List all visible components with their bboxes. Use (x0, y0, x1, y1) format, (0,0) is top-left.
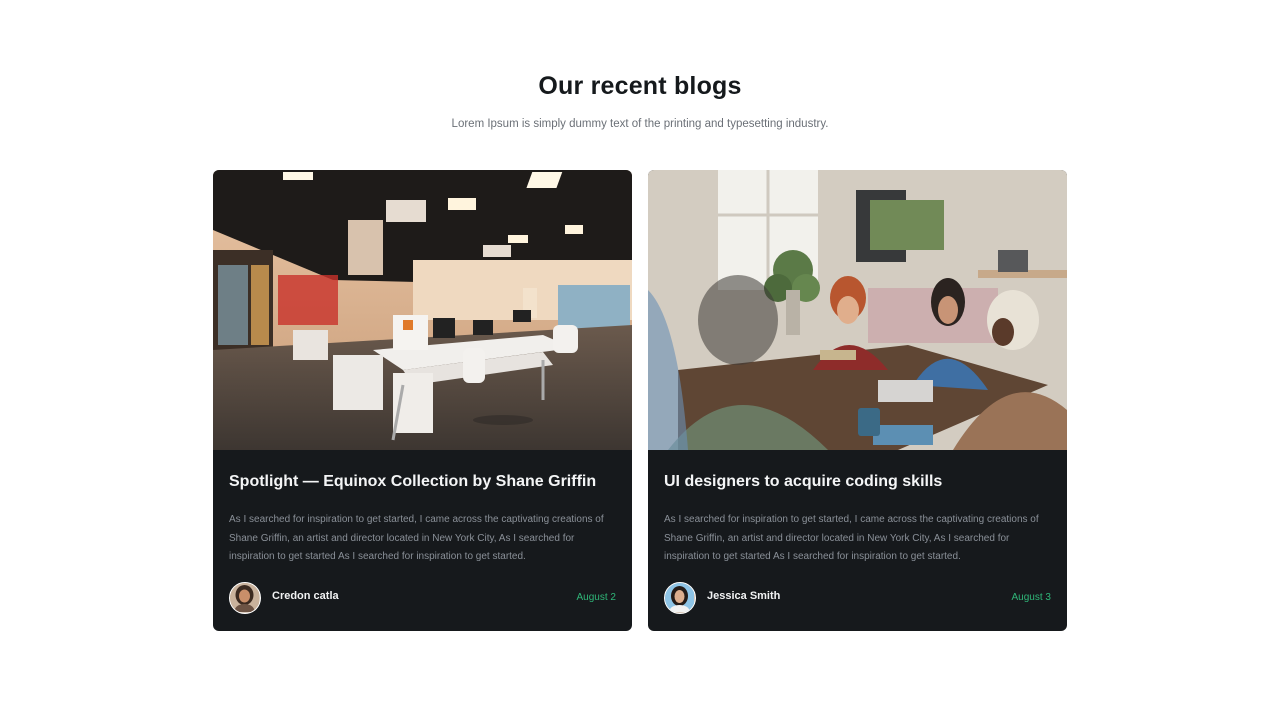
blog-card-title[interactable]: Spotlight — Equinox Collection by Shane … (229, 473, 619, 491)
author-avatar (229, 582, 261, 614)
blog-card-title[interactable]: UI designers to acquire coding skills (664, 473, 1054, 491)
blog-card-image-office[interactable] (213, 170, 632, 450)
blog-card-excerpt: As I searched for inspiration to get sta… (664, 514, 1039, 562)
recent-blogs-section: Our recent blogs Lorem Ipsum is simply d… (0, 0, 1280, 706)
post-date: August 2 (576, 592, 616, 603)
section-subtitle: Lorem Ipsum is simply dummy text of the … (451, 118, 829, 130)
blog-card-excerpt: As I searched for inspiration to get sta… (229, 514, 604, 562)
author-avatar (664, 582, 696, 614)
blog-card[interactable]: UI designers to acquire coding skills As… (648, 170, 1067, 631)
post-date: August 3 (1011, 592, 1051, 603)
author-name: Jessica Smith (707, 590, 781, 602)
blog-card[interactable]: Spotlight — Equinox Collection by Shane … (213, 170, 632, 631)
section-title: Our recent blogs (538, 72, 742, 100)
author-name: Credon catla (272, 590, 339, 602)
blog-card-image-meeting[interactable] (648, 170, 1067, 450)
